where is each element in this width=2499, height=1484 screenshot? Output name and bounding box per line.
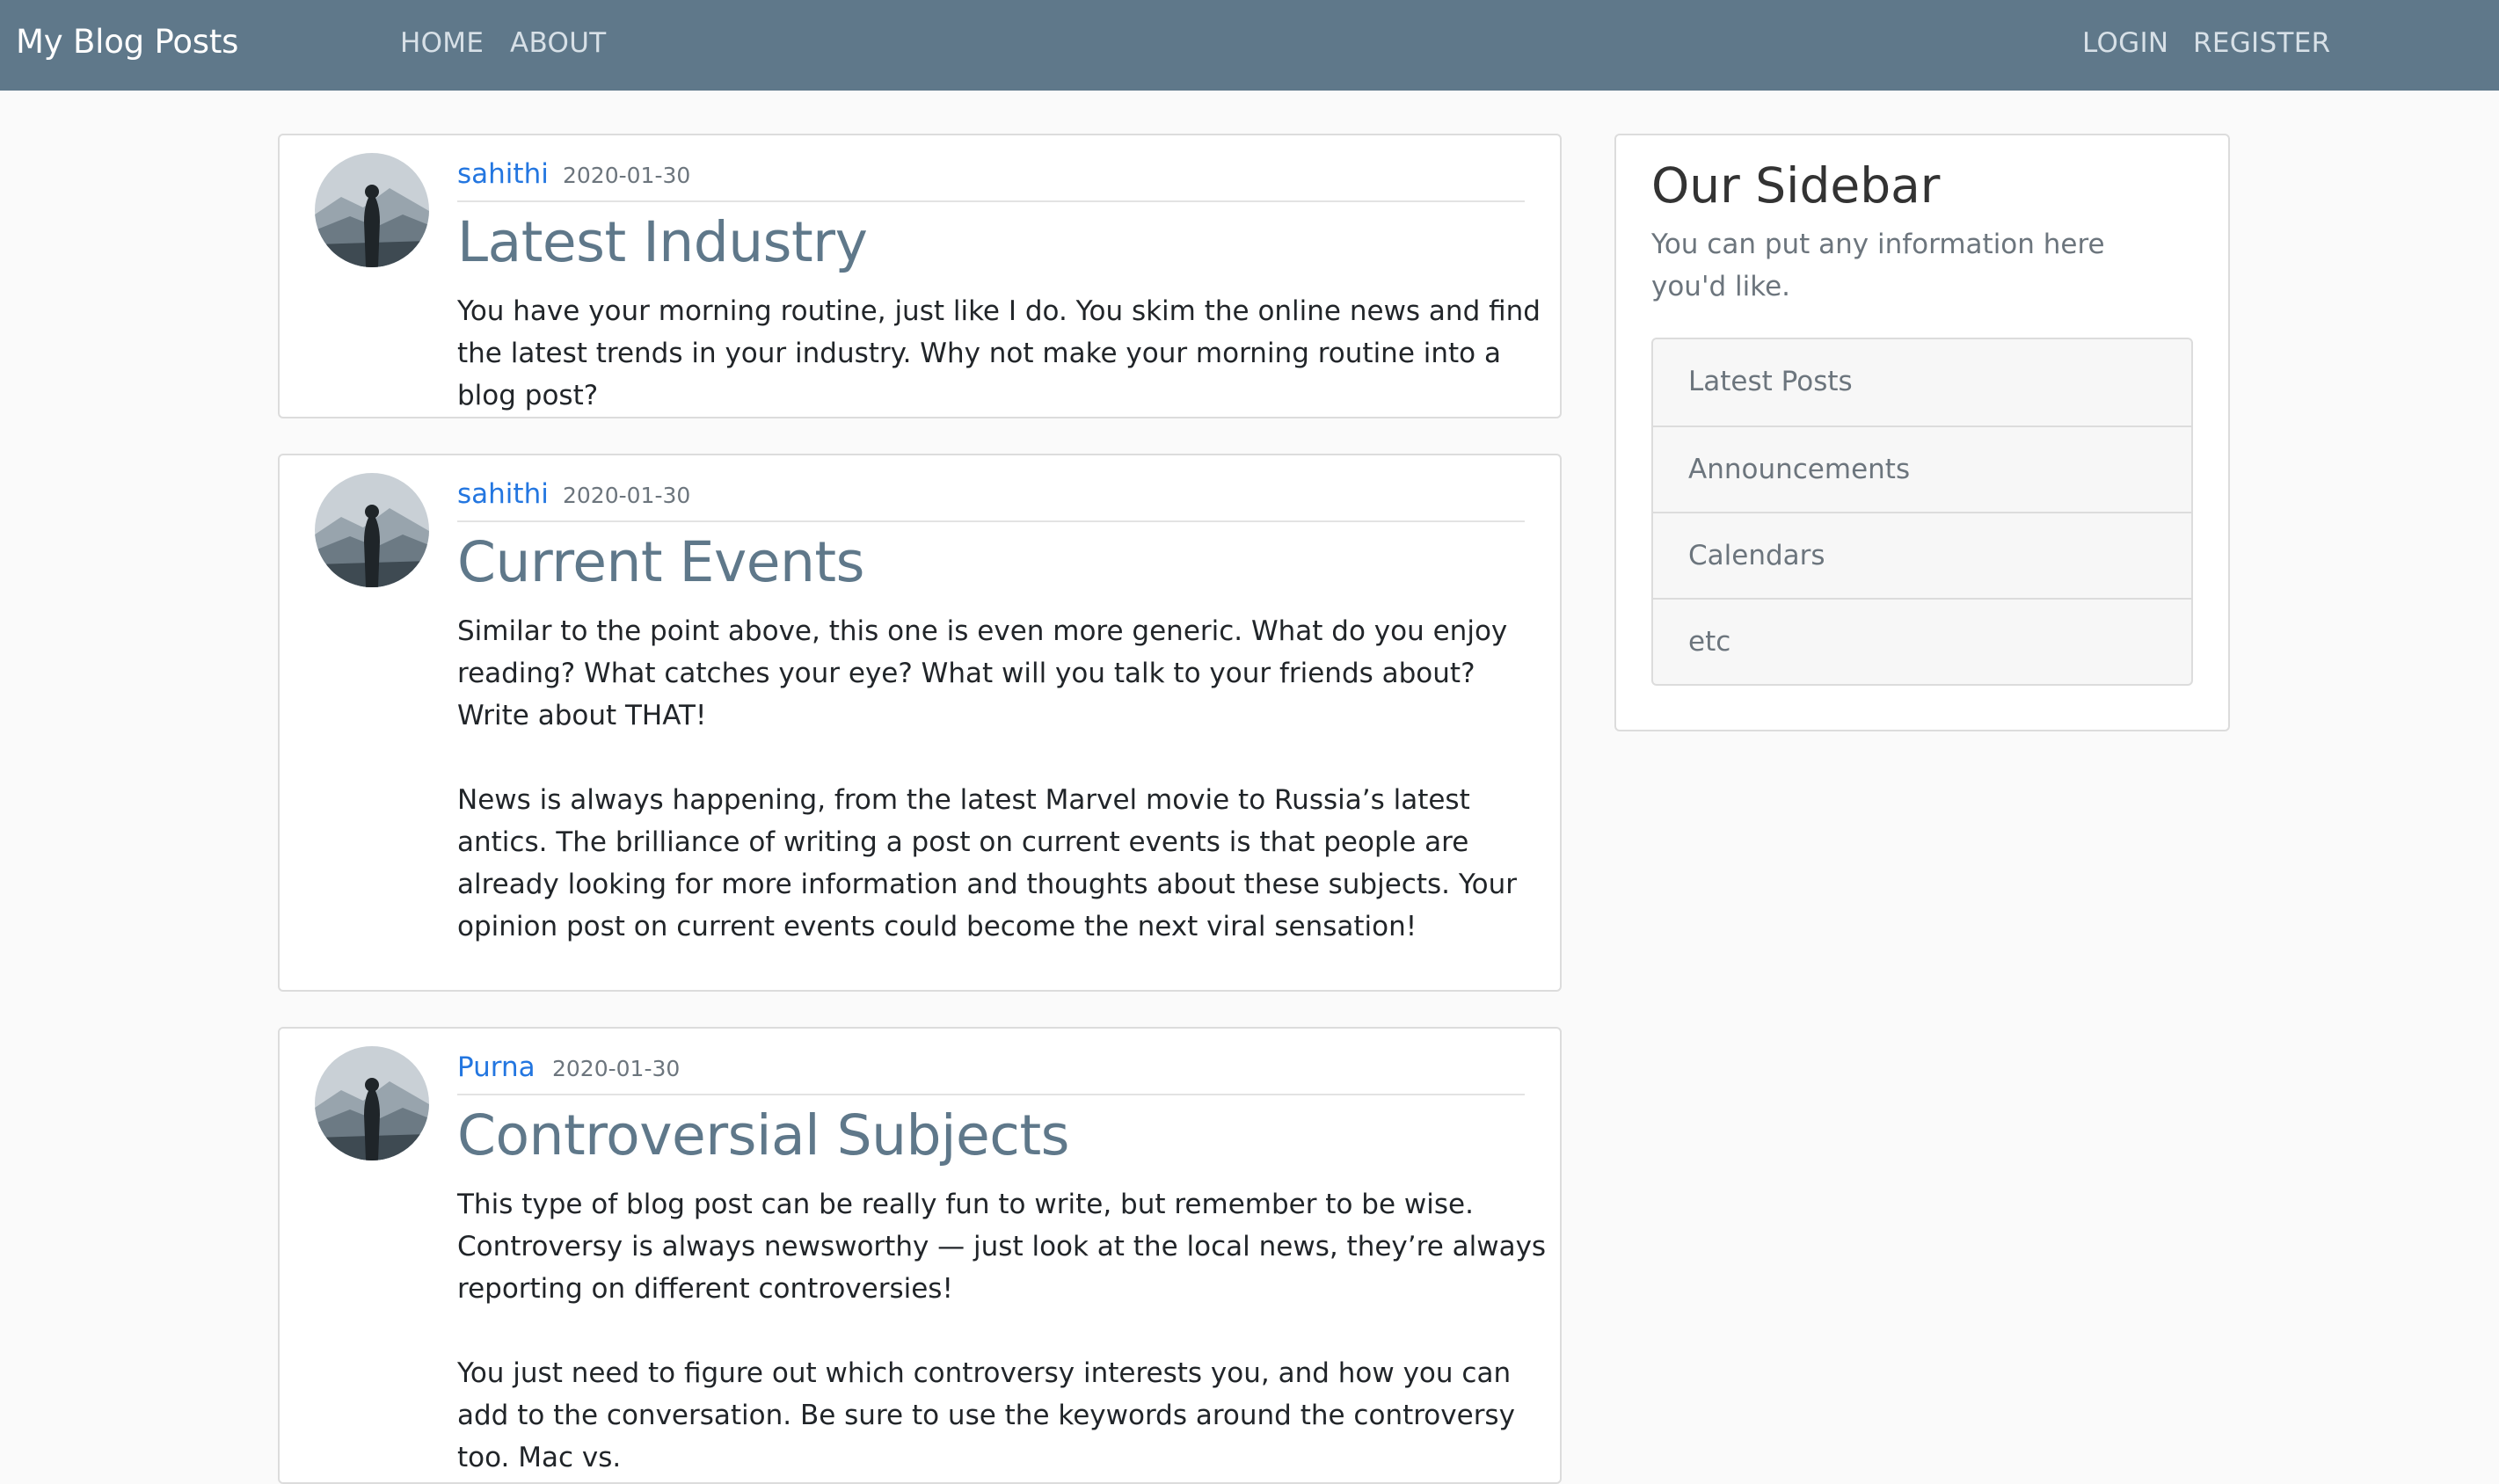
avatar-mountain-icon <box>315 473 429 587</box>
author-avatar <box>315 473 429 587</box>
nav-login-link[interactable]: LOGIN <box>2082 25 2168 62</box>
post-content: Similar to the point above, this one is … <box>457 610 1548 948</box>
post-paragraph: You have your morning routine, just like… <box>457 295 1541 411</box>
sidebar-description: You can put any information here you'd l… <box>1651 229 2105 302</box>
post-title-link[interactable]: Current Events <box>457 527 864 598</box>
post-paragraph: News is always happening, from the lates… <box>457 784 1518 942</box>
nav-home-link[interactable]: HOME <box>400 25 484 62</box>
post-date: 2020-01-30 <box>563 483 691 508</box>
post-title-link[interactable]: Latest Industry <box>457 207 868 278</box>
author-link[interactable]: Purna <box>457 1050 536 1085</box>
post-paragraph: You just need to figure out which contro… <box>457 1357 1515 1473</box>
author-avatar <box>315 1046 429 1160</box>
post-card: sahithi 2020-01-30 Current Events Simila… <box>278 454 1562 992</box>
author-link[interactable]: sahithi <box>457 156 549 192</box>
sidebar-item-etc[interactable]: etc <box>1653 598 2191 684</box>
nav-about-link[interactable]: ABOUT <box>510 25 606 62</box>
post-paragraph: This type of blog post can be really fun… <box>457 1189 1547 1305</box>
sidebar-item-latest-posts[interactable]: Latest Posts <box>1653 339 2191 426</box>
post-meta: Purna 2020-01-30 <box>457 1050 1525 1095</box>
post-meta: sahithi 2020-01-30 <box>457 156 1525 202</box>
brand-link[interactable]: My Blog Posts <box>16 19 238 65</box>
avatar-mountain-icon <box>315 153 429 267</box>
sidebar-title: Our Sidebar <box>1651 157 1941 214</box>
top-navbar: My Blog Posts HOME ABOUT LOGIN REGISTER <box>0 0 2499 91</box>
post-date: 2020-01-30 <box>563 163 691 188</box>
author-link[interactable]: sahithi <box>457 476 549 512</box>
post-meta: sahithi 2020-01-30 <box>457 476 1525 522</box>
sidebar-card: Our Sidebar You can put any information … <box>1614 134 2230 731</box>
sidebar-item-announcements[interactable]: Announcements <box>1653 426 2191 512</box>
post-paragraph: Similar to the point above, this one is … <box>457 615 1508 731</box>
avatar-mountain-icon <box>315 1046 429 1160</box>
post-date: 2020-01-30 <box>552 1056 681 1081</box>
post-title-link[interactable]: Controversial Subjects <box>457 1101 1069 1171</box>
post-content: This type of blog post can be really fun… <box>457 1183 1548 1479</box>
sidebar-list: Latest Posts Announcements Calendars etc <box>1651 338 2193 686</box>
author-avatar <box>315 153 429 267</box>
post-content: You have your morning routine, just like… <box>457 290 1548 417</box>
post-card: Purna 2020-01-30 Controversial Subjects … <box>278 1027 1562 1484</box>
post-card: sahithi 2020-01-30 Latest Industry You h… <box>278 134 1562 418</box>
nav-register-link[interactable]: REGISTER <box>2193 25 2330 62</box>
sidebar-item-calendars[interactable]: Calendars <box>1653 512 2191 598</box>
